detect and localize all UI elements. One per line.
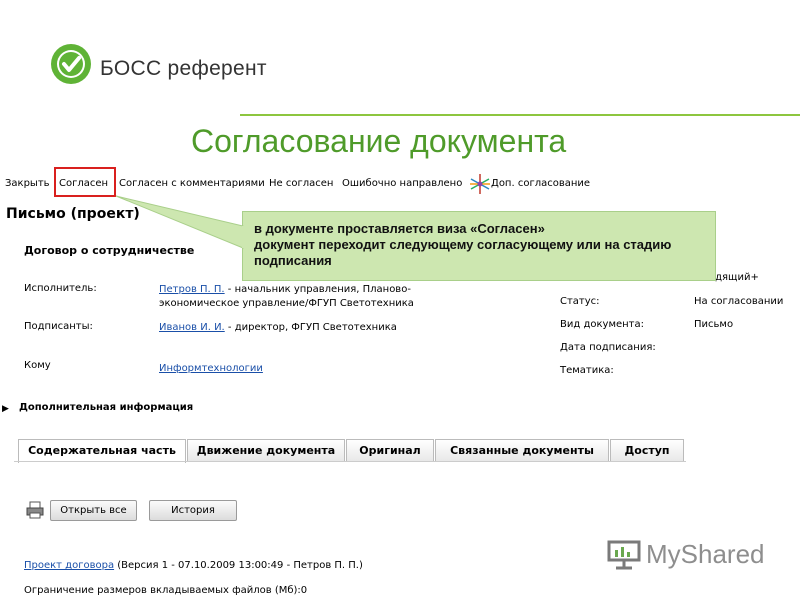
project-line: Проект договора (Версия 1 - 07.10.2009 1… bbox=[24, 560, 363, 571]
callout-text: в документе проставляется виза «Согласен… bbox=[254, 221, 709, 269]
document-direction-partial: одящий+ bbox=[709, 272, 759, 283]
recipient-label: Кому bbox=[24, 360, 51, 371]
page-title: Согласование документа bbox=[191, 123, 567, 159]
history-button[interactable]: История bbox=[149, 500, 237, 521]
triangle-right-icon[interactable]: ▶ bbox=[2, 404, 9, 414]
open-all-button[interactable]: Открыть все bbox=[50, 500, 137, 521]
status-value: На согласовании bbox=[694, 296, 784, 307]
wrongly-sent-button[interactable]: Ошибочно направлено bbox=[342, 178, 462, 189]
presentation-icon bbox=[607, 540, 641, 570]
logo-check-circle-icon bbox=[51, 44, 91, 84]
disagree-button[interactable]: Не согласен bbox=[269, 178, 333, 189]
project-link[interactable]: Проект договора bbox=[24, 560, 114, 571]
callout-line-1: в документе проставляется виза «Согласен… bbox=[254, 221, 545, 236]
additional-info-toggle[interactable]: Дополнительная информация bbox=[19, 402, 193, 413]
brand-name: БОСС референт bbox=[100, 57, 267, 80]
tab-related-documents[interactable]: Связанные документы bbox=[435, 439, 609, 461]
signer-link[interactable]: Иванов И. И. bbox=[159, 322, 225, 333]
callout-line-2: документ переходит следующему согласующе… bbox=[254, 237, 672, 268]
contract-title: Договор о сотрудничестве bbox=[24, 244, 195, 257]
printer-icon[interactable] bbox=[25, 500, 45, 520]
document-type-value: Письмо bbox=[694, 319, 734, 330]
header-divider bbox=[240, 114, 800, 116]
star-icon[interactable] bbox=[469, 173, 491, 195]
signing-date-label: Дата подписания: bbox=[560, 342, 656, 353]
tab-content[interactable]: Содержательная часть bbox=[18, 439, 186, 463]
agree-with-comments-button[interactable]: Согласен с комментариями bbox=[119, 178, 265, 189]
agree-highlight-frame bbox=[54, 167, 116, 197]
status-label: Статус: bbox=[560, 296, 600, 307]
signer-description: - директор, ФГУП Светотехника bbox=[224, 322, 397, 333]
tab-bar: Содержательная часть Движение документа … bbox=[14, 439, 694, 463]
executor-link[interactable]: Петров П. П. bbox=[159, 284, 225, 295]
additional-approval-button[interactable]: Доп. согласование bbox=[491, 178, 590, 189]
project-version: (Версия 1 - 07.10.2009 13:00:49 - Петров… bbox=[114, 560, 363, 571]
topic-label: Тематика: bbox=[560, 365, 614, 376]
tab-access[interactable]: Доступ bbox=[610, 439, 684, 461]
close-button[interactable]: Закрыть bbox=[5, 178, 50, 189]
signers-label: Подписанты: bbox=[24, 321, 93, 332]
recipient-link[interactable]: Информтехнологии bbox=[159, 362, 263, 376]
tab-original[interactable]: Оригинал bbox=[346, 439, 434, 461]
tab-document-flow[interactable]: Движение документа bbox=[187, 439, 345, 461]
tabs-divider bbox=[14, 461, 686, 462]
file-size-limit: Ограничение размеров вкладываемых файлов… bbox=[24, 585, 308, 596]
document-title: Письмо (проект) bbox=[6, 206, 140, 222]
document-type-label: Вид документа: bbox=[560, 319, 644, 330]
executor-label: Исполнитель: bbox=[24, 283, 97, 294]
executor-value: Петров П. П. - начальник управления, Пла… bbox=[159, 283, 439, 311]
watermark-text: MyShared bbox=[646, 539, 765, 569]
signer-value: Иванов И. И. - директор, ФГУП Светотехни… bbox=[159, 321, 397, 335]
